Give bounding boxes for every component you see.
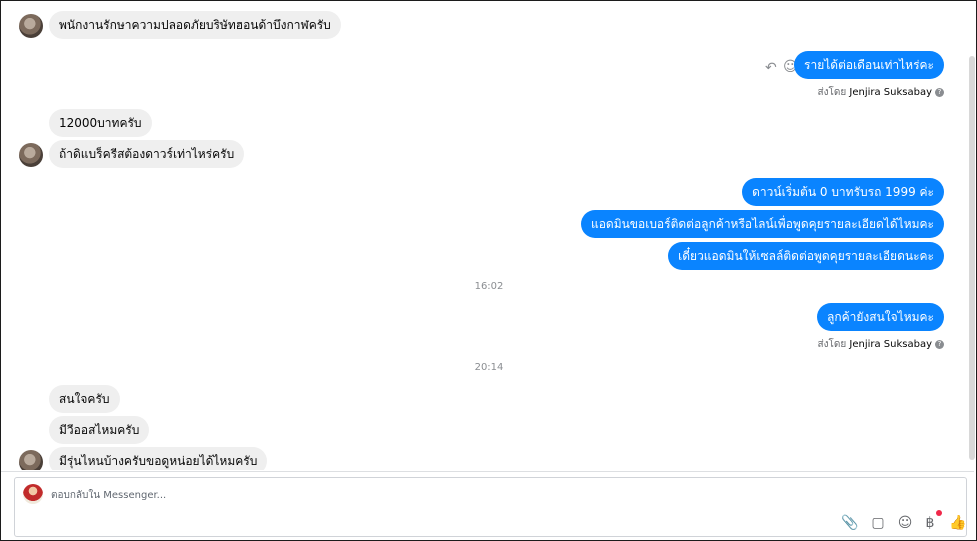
sent-by-label: ส่งโดย Jenjira Suksabay? <box>817 337 944 352</box>
sticker-icon[interactable]: ▢ <box>869 514 887 532</box>
sent-by-prefix: ส่งโดย <box>817 339 847 350</box>
outgoing-message[interactable]: ลูกค้ายังสนใจไหมคะ <box>816 303 944 331</box>
notification-dot <box>936 510 942 516</box>
outgoing-message[interactable]: แอดมินขอเบอร์ติดต่อลูกค้าหรือไลน์เพื่อพู… <box>580 210 944 238</box>
help-icon[interactable]: ? <box>935 340 944 349</box>
incoming-message[interactable]: 12000บาทครับ <box>49 109 152 137</box>
sent-by-label: ส่งโดย Jenjira Suksabay? <box>817 85 944 100</box>
incoming-message[interactable]: มีรุ่นไหนบ้างครับขอดูหน่อยได้ไหมครับ <box>49 447 268 470</box>
outgoing-message[interactable]: รายได้ต่อเดือนเท่าไหร่คะ <box>794 51 944 79</box>
user-avatar <box>23 484 43 504</box>
sent-by-prefix: ส่งโดย <box>817 87 847 98</box>
reply-icon[interactable]: ↶ <box>765 60 777 76</box>
scrollbar-thumb[interactable] <box>969 56 975 460</box>
incoming-message[interactable]: สนใจครับ <box>49 385 120 413</box>
outgoing-message[interactable]: ดาวน์เริ่มต้น 0 บาทรับรถ 1999 ค่ะ <box>742 178 944 206</box>
incoming-message[interactable]: ถ้าดิแบร็ครีสต้องดาวร์เท่าไหร่ครับ <box>49 140 245 168</box>
message-thread[interactable]: พนักงานรักษาความปลอดภัยบริษัทฮอนด้าบึงกา… <box>1 1 974 470</box>
like-icon[interactable]: 👍 <box>949 514 967 532</box>
reply-input[interactable] <box>51 486 751 504</box>
contact-avatar[interactable] <box>19 14 43 38</box>
sent-by-name[interactable]: Jenjira Suksabay <box>849 87 932 98</box>
incoming-message[interactable]: มีวีออสไหมครับ <box>49 416 150 444</box>
contact-avatar[interactable] <box>19 450 43 470</box>
contact-avatar[interactable] <box>19 143 43 167</box>
timestamp: 20:14 <box>474 362 504 373</box>
divider <box>1 471 974 472</box>
emoji-icon[interactable]: ☺ <box>896 514 914 532</box>
outgoing-message[interactable]: เดี๋ยวแอดมินให้เซลล์ติดต่อพูดคุยรายละเอี… <box>668 242 944 270</box>
timestamp: 16:02 <box>474 281 504 292</box>
baht-payment-icon[interactable]: ฿ <box>921 514 939 532</box>
incoming-message[interactable]: พนักงานรักษาความปลอดภัยบริษัทฮอนด้าบึงกา… <box>49 11 341 39</box>
help-icon[interactable]: ? <box>935 88 944 97</box>
composer: 📎 ▢ ☺ ฿ 👍 <box>14 477 967 537</box>
attach-icon[interactable]: 📎 <box>841 514 859 532</box>
sent-by-name[interactable]: Jenjira Suksabay <box>849 339 932 350</box>
